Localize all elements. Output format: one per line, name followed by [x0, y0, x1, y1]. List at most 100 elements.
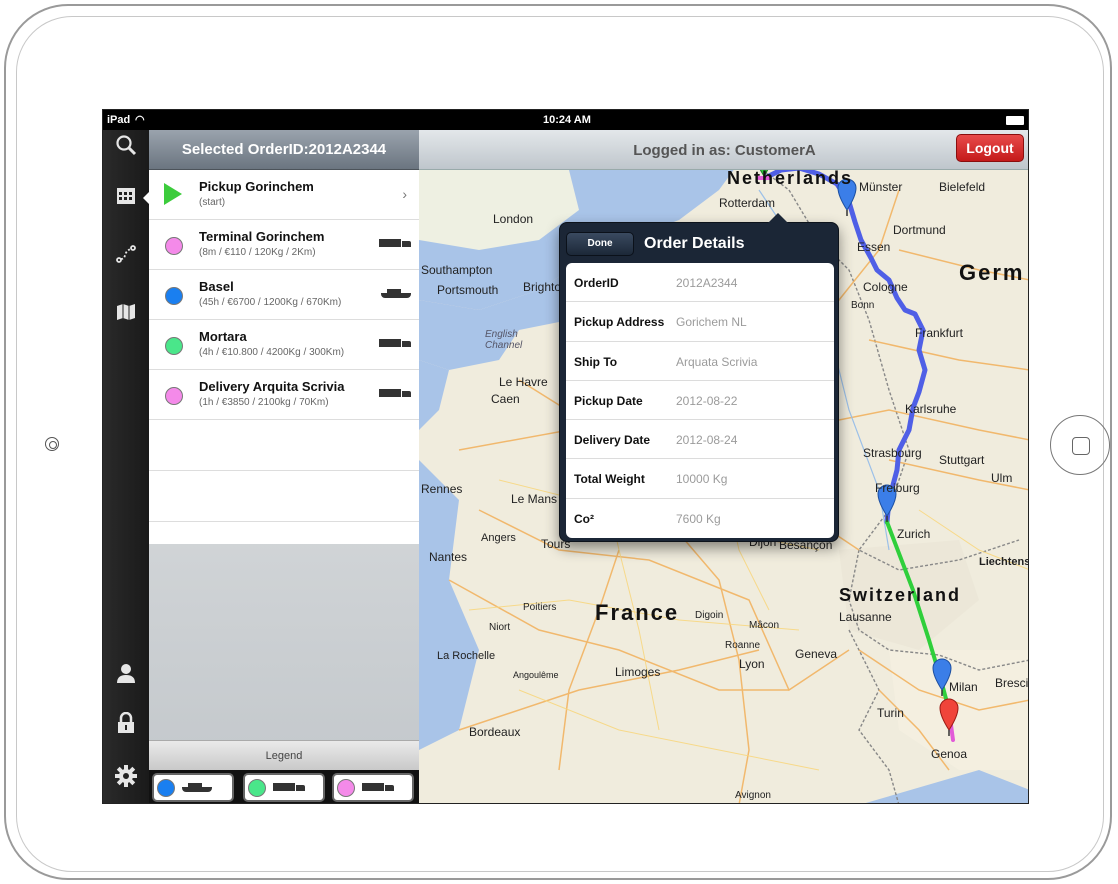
start-icon — [164, 183, 182, 205]
map-label: Switzerland — [839, 585, 962, 605]
empty-row — [149, 420, 419, 471]
map-label: Frankfurt — [915, 326, 964, 340]
detail-row: Co² 7600 Kg — [566, 499, 834, 538]
step-title: Terminal Gorinchem — [199, 229, 325, 244]
map-label: La Rochelle — [437, 650, 496, 662]
step-title: Delivery Arquita Scrivia — [199, 379, 345, 394]
legend-item-truck-short — [332, 773, 414, 802]
map-label: Angoulême — [513, 670, 559, 680]
map-label: Cologne — [863, 280, 908, 294]
order-panel: Selected OrderID:2012A2344 Pickup Gorinc… — [149, 130, 419, 803]
map-label: Lausanne — [839, 610, 892, 624]
detail-row: Ship To Arquata Scrivia — [566, 342, 834, 381]
order-details-popover: Done Order Details OrderID 2012A2344 Pick… — [559, 213, 839, 542]
map-label: Milan — [949, 680, 978, 694]
route-icon[interactable] — [111, 243, 141, 273]
detail-key: Delivery Date — [574, 433, 651, 448]
icon-rail — [103, 130, 150, 803]
gear-icon[interactable] — [111, 765, 141, 795]
map-label: London — [493, 212, 534, 226]
detail-value: 2012-08-24 — [676, 433, 738, 448]
map-label: Turin — [877, 706, 904, 720]
map-label: France — [595, 600, 680, 625]
map-label: Digoin — [695, 610, 724, 621]
map-label: Netherlands — [727, 168, 854, 188]
map-label: Bielefeld — [939, 180, 986, 194]
map-label: Southampton — [421, 263, 493, 277]
detail-key: Total Weight — [574, 472, 645, 487]
truck-icon — [379, 239, 411, 248]
ship-icon — [381, 289, 411, 298]
order-steps-list: Pickup Gorinchem (start) › Terminal Gori… — [149, 170, 419, 545]
calendar-icon[interactable] — [111, 183, 150, 213]
home-button[interactable] — [1050, 415, 1110, 475]
step-title: Pickup Gorinchem — [199, 179, 314, 194]
map-label: Bordeaux — [469, 725, 521, 739]
step-subtitle: (4h / €10.800 / 4200Kg / 300Km) — [199, 347, 345, 358]
map-label: Mâcon — [749, 620, 780, 631]
map-label: Freiburg — [875, 481, 920, 495]
step-subtitle: (45h / €6700 / 1200Kg / 670Km) — [199, 297, 342, 308]
detail-key: OrderID — [574, 276, 619, 290]
detail-row: Pickup Address Gorichem NL — [566, 302, 834, 342]
truck-icon — [379, 389, 411, 398]
legend-item-ship — [152, 773, 234, 802]
detail-value: Arquata Scrivia — [676, 354, 758, 369]
map-pin-red — [939, 698, 959, 736]
map-label: Germ — [959, 260, 1025, 285]
legend-header: Legend — [149, 740, 419, 770]
map-icon[interactable] — [111, 300, 141, 330]
map-label: English Channel — [485, 329, 523, 351]
legend-color-dot — [248, 779, 266, 797]
map-label: Lyon — [739, 657, 765, 671]
detail-row: OrderID 2012A2344 — [566, 263, 834, 303]
truck-icon — [362, 783, 394, 792]
map-label: Limoges — [615, 665, 661, 679]
map-label: Strasbourg — [863, 446, 922, 460]
legend-item-truck — [243, 773, 325, 802]
detail-key: Pickup Address — [574, 315, 665, 330]
detail-value: 2012-08-22 — [676, 393, 738, 408]
truck-icon — [379, 339, 411, 348]
step-subtitle: (start) — [199, 197, 226, 208]
wifi-icon: ◠ — [135, 114, 145, 126]
map-label: Geneva — [795, 647, 838, 661]
map-label: Caen — [491, 392, 520, 406]
user-icon[interactable] — [111, 662, 141, 692]
search-icon[interactable] — [111, 134, 141, 164]
list-item[interactable]: Basel (45h / €6700 / 1200Kg / 670Km) — [149, 270, 419, 320]
panel-background — [149, 544, 419, 740]
map-label: Portsmouth — [437, 283, 499, 297]
map-label: Roanne — [725, 640, 761, 651]
logout-button[interactable]: Logout — [956, 134, 1024, 162]
ship-icon — [182, 783, 212, 792]
map-label: Niort — [489, 622, 511, 633]
done-button[interactable]: Done — [566, 232, 634, 256]
detail-value: Gorichem NL — [676, 315, 747, 330]
step-subtitle: (8m / €110 / 120Kg / 2Km) — [199, 247, 316, 258]
detail-row: Total Weight 10000 Kg — [566, 459, 834, 499]
detail-row: Pickup Date 2012-08-22 — [566, 381, 834, 421]
empty-row — [149, 522, 419, 545]
step-color-dot — [165, 287, 183, 305]
route-map[interactable]: Netherlands Germ France Switzerland Lond… — [419, 130, 1028, 803]
detail-value: 7600 Kg — [676, 511, 721, 526]
map-label: Essen — [857, 240, 891, 254]
chevron-right-icon: › — [402, 186, 407, 202]
selected-order-header: Selected OrderID:2012A2344 — [149, 130, 419, 170]
detail-key: Co² — [574, 511, 594, 526]
step-title: Mortara — [199, 329, 247, 344]
ipad-screen: iPad ◠ 10:24 AM Selected OrderID:2012A23… — [102, 109, 1029, 804]
popover-arrow — [768, 213, 788, 223]
popover-title: Order Details — [644, 235, 745, 252]
map-label: Avignon — [735, 790, 771, 801]
lock-icon[interactable] — [111, 711, 141, 742]
map-label: Angers — [481, 532, 516, 544]
list-item[interactable]: Pickup Gorinchem (start) › — [149, 170, 419, 220]
list-item[interactable]: Delivery Arquita Scrivia (1h / €3850 / 2… — [149, 370, 419, 420]
detail-value: 2012A2344 — [676, 276, 738, 290]
list-item[interactable]: Mortara (4h / €10.800 / 4200Kg / 300Km) — [149, 320, 419, 370]
clock: 10:24 AM — [543, 114, 591, 126]
map-label: Ulm — [991, 471, 1013, 485]
list-item[interactable]: Terminal Gorinchem (8m / €110 / 120Kg / … — [149, 220, 419, 270]
